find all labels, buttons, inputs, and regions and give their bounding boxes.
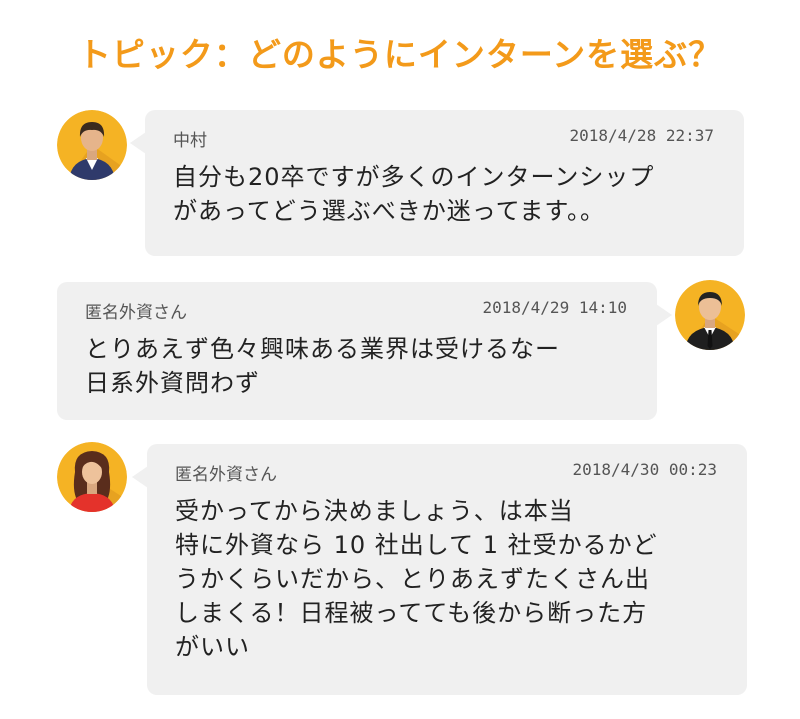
female-avatar-icon [57,442,127,512]
message-text: とりあえず色々興味ある業界は受けるなー 日系外資問わず [85,335,560,397]
message-author: 中村 [173,131,207,151]
businessman-avatar-icon [675,280,745,350]
male-student-avatar-icon [57,110,127,180]
topic-title: トピック：どのようにインターンを選ぶ？ [77,35,723,74]
message-author: 匿名外資さん [175,465,277,485]
message-bubble: 匿名外資さん 2018/4/29 14:10 とりあえず色々興味ある業界は受ける… [57,282,672,420]
message-timestamp: 2018/4/30 00:23 [572,460,718,479]
message-bubble: 中村 2018/4/28 22:37 自分も20卒ですが多くのインターンシップ … [130,110,744,256]
message-timestamp: 2018/4/29 14:10 [482,298,628,317]
message-text: 自分も20卒ですが多くのインターンシップ があってどう選ぶべきか迷ってます。。 [173,163,655,225]
message-bubble: 匿名外資さん 2018/4/30 00:23 受かってから決めましょう、は本当 … [132,444,747,695]
message-text: 受かってから決めましょう、は本当 特に外資なら 10 社出して 1 社受かるかど… [175,497,658,661]
message-author: 匿名外資さん [85,303,187,323]
message-timestamp: 2018/4/28 22:37 [569,126,715,145]
